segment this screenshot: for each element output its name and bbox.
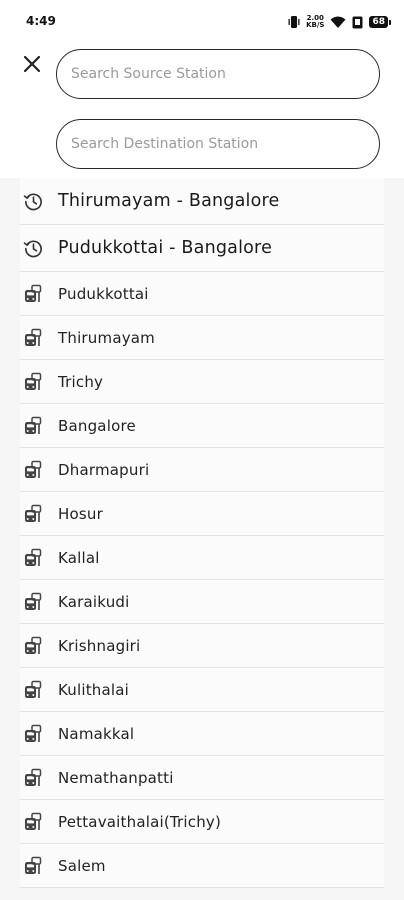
station-label: Bangalore — [58, 416, 136, 435]
station-list-content: Thirumayam - Bangalore Pudukkottai - Bang… — [0, 178, 404, 888]
bus-stop-icon — [22, 503, 44, 525]
recent-search-item[interactable]: Thirumayam - Bangalore — [20, 178, 384, 225]
station-item[interactable]: Karaikudi — [20, 580, 384, 624]
station-item[interactable]: Hosur — [20, 492, 384, 536]
network-speed: 2.00 KB/S — [306, 14, 325, 29]
station-label: Pettavaithalai(Trichy) — [58, 812, 222, 831]
station-item[interactable]: Thirumayam — [20, 316, 384, 360]
bus-stop-icon — [22, 547, 44, 569]
station-label: Trichy — [58, 372, 104, 391]
bus-stop-icon — [22, 635, 44, 657]
station-item[interactable]: Pudukkottai — [20, 272, 384, 316]
bus-stop-icon — [22, 415, 44, 437]
station-label: Karaikudi — [58, 592, 130, 611]
bus-stop-icon — [22, 459, 44, 481]
station-item[interactable]: Kallal — [20, 536, 384, 580]
station-item[interactable]: Salem — [20, 844, 384, 888]
station-item[interactable]: Namakkal — [20, 712, 384, 756]
bus-stop-icon — [22, 679, 44, 701]
close-button[interactable] — [20, 52, 46, 78]
station-label: Kulithalai — [58, 680, 130, 699]
station-label: Dharmapuri — [58, 460, 150, 479]
source-search-input[interactable] — [57, 50, 379, 98]
station-item[interactable]: Dharmapuri — [20, 448, 384, 492]
station-item[interactable]: Pettavaithalai(Trichy) — [20, 800, 384, 844]
station-item[interactable]: Kulithalai — [20, 668, 384, 712]
station-label: Kallal — [58, 548, 100, 567]
status-bar: 4:49 2.00 KB/S 68 — [0, 0, 404, 44]
station-item[interactable]: Krishnagiri — [20, 624, 384, 668]
status-time: 4:49 — [26, 14, 56, 28]
station-label: Thirumayam — [58, 328, 155, 347]
station-item[interactable]: Trichy — [20, 360, 384, 404]
destination-search-field[interactable] — [56, 119, 380, 169]
vibrate-icon — [288, 16, 300, 28]
bus-stop-icon — [22, 283, 44, 305]
destination-search-input[interactable] — [57, 120, 379, 168]
bus-stop-icon — [22, 723, 44, 745]
station-label: Krishnagiri — [58, 636, 141, 655]
bus-stop-icon — [22, 767, 44, 789]
notification-icon — [352, 16, 363, 28]
station-label: Namakkal — [58, 724, 135, 743]
station-label: Hosur — [58, 504, 103, 523]
bus-stop-icon — [22, 591, 44, 613]
recent-search-label: Thirumayam - Bangalore — [58, 191, 280, 211]
bus-stop-icon — [22, 855, 44, 877]
station-label: Pudukkottai — [58, 284, 149, 303]
bus-stop-icon — [22, 811, 44, 833]
station-item[interactable]: Bangalore — [20, 404, 384, 448]
recent-search-item[interactable]: Pudukkottai - Bangalore — [20, 225, 384, 272]
recent-search-label: Pudukkottai - Bangalore — [58, 238, 273, 258]
bus-stop-icon — [22, 371, 44, 393]
source-search-field[interactable] — [56, 49, 380, 99]
station-list[interactable]: Thirumayam - Bangalore Pudukkottai - Bang… — [0, 178, 404, 900]
status-icons: 2.00 KB/S 68 — [288, 13, 391, 31]
history-icon — [22, 237, 44, 259]
station-item[interactable]: Nemathanpatti — [20, 756, 384, 800]
wifi-icon — [330, 16, 346, 28]
history-icon — [22, 190, 44, 212]
battery-indicator: 68 — [369, 16, 391, 28]
bus-stop-icon — [22, 327, 44, 349]
station-label: Salem — [58, 856, 106, 875]
close-icon — [23, 55, 41, 73]
station-label: Nemathanpatti — [58, 768, 174, 787]
